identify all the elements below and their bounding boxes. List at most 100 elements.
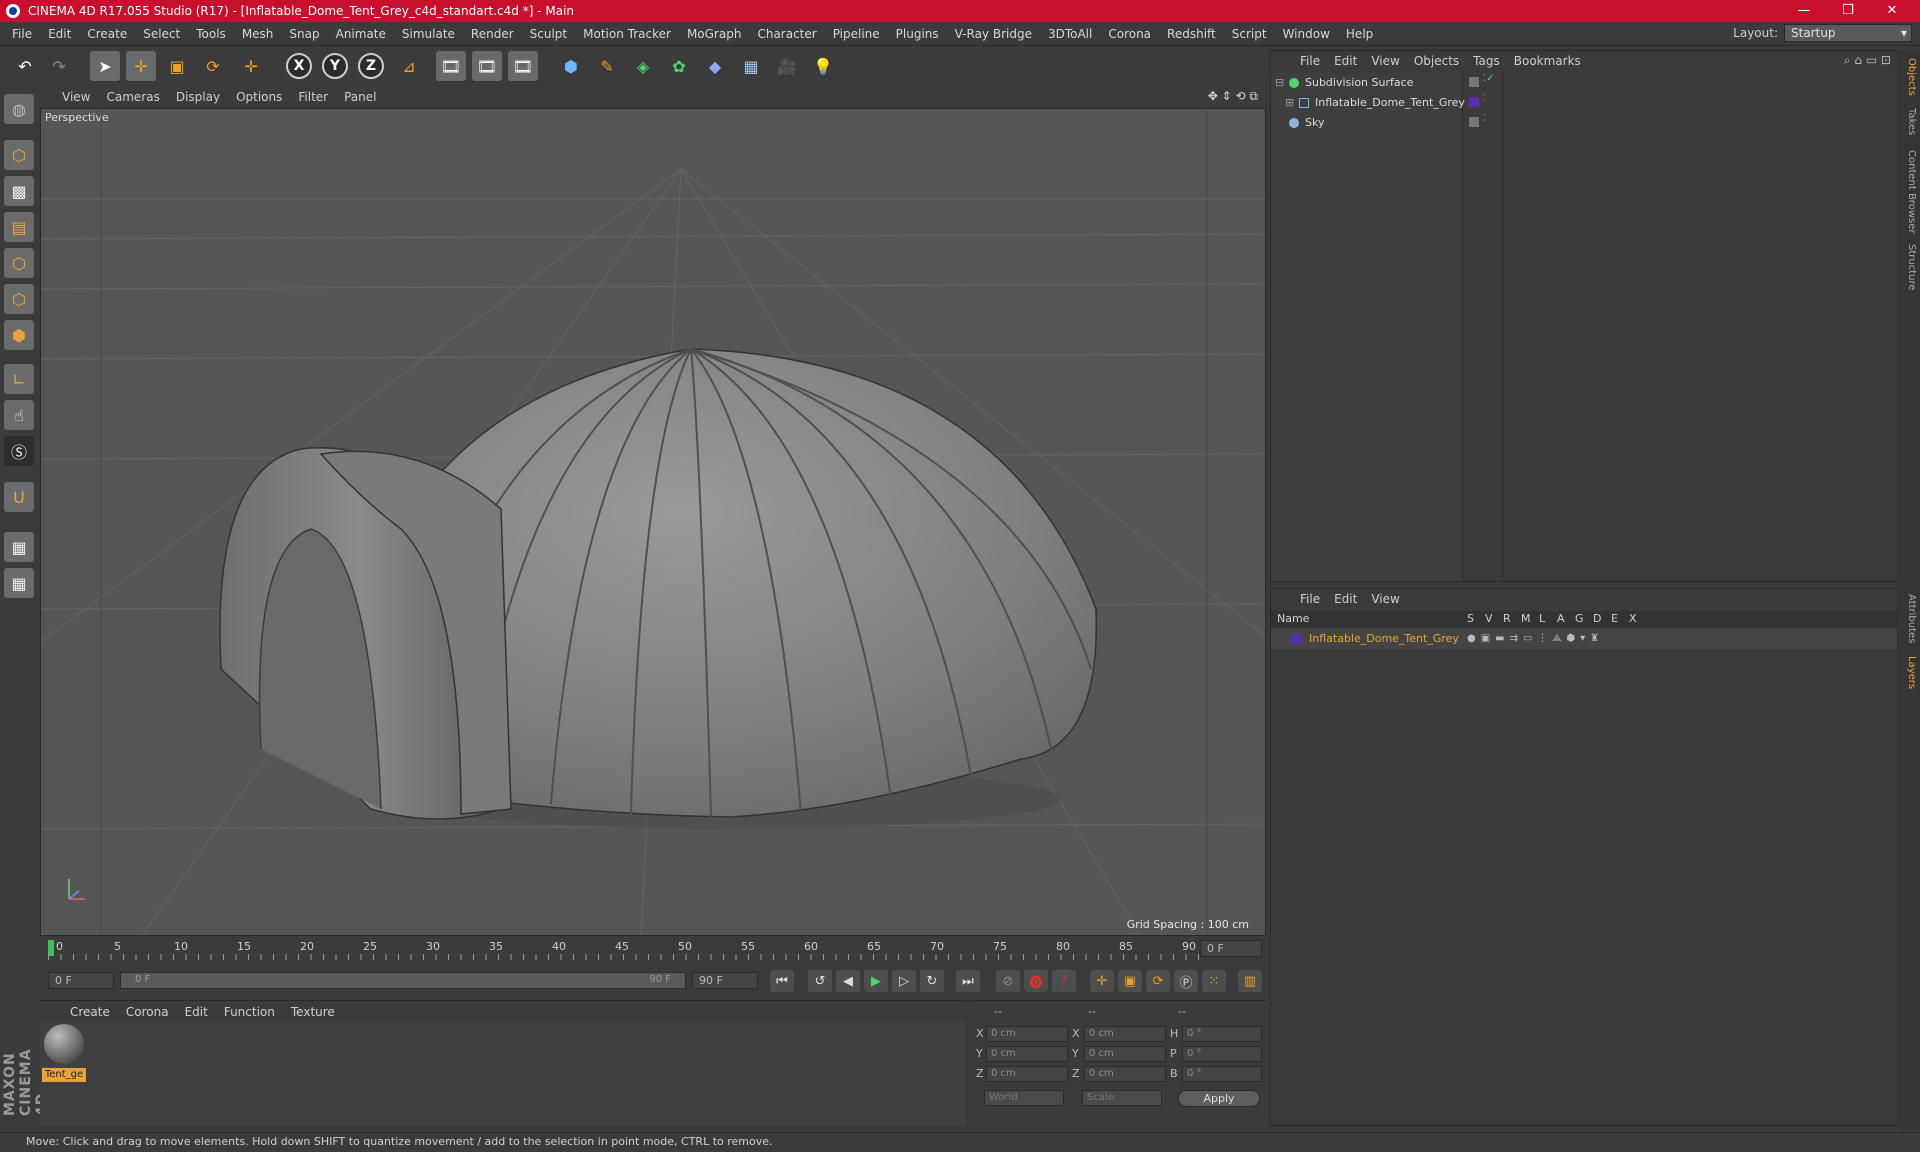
workplane-mode-icon[interactable]: ▤: [4, 212, 34, 242]
tab-takes[interactable]: Takes: [1901, 108, 1917, 135]
model-mode-icon[interactable]: ⬡: [4, 140, 34, 170]
start-frame-field[interactable]: 0 F: [48, 972, 114, 989]
render-settings-icon[interactable]: 🎞: [508, 51, 538, 81]
pen-spline-icon[interactable]: ✎: [592, 51, 622, 81]
size-z-field[interactable]: 0 cm: [1084, 1066, 1166, 1082]
pos-x-field[interactable]: 0 cm: [986, 1026, 1068, 1042]
material-menu-texture[interactable]: Texture: [283, 1005, 343, 1019]
array-mograph-icon[interactable]: ✿: [664, 51, 694, 81]
minimize-button[interactable]: —: [1782, 0, 1826, 22]
viewport-menu-filter[interactable]: Filter: [290, 90, 336, 104]
render-picture-viewer-icon[interactable]: 🎞: [472, 51, 502, 81]
3d-viewport[interactable]: Perspective Grid Spacing: 100 cm: [40, 108, 1266, 936]
material-menu-create[interactable]: Create: [62, 1005, 118, 1019]
layer-swatch-icon[interactable]: [1469, 97, 1479, 107]
rotate-icon[interactable]: ⟳: [198, 51, 228, 81]
autokey-icon[interactable]: ⓿: [1024, 970, 1048, 992]
live-selection-icon[interactable]: ✛: [236, 51, 266, 81]
next-frame-icon[interactable]: ▷: [892, 970, 916, 992]
timeline-ruler[interactable]: 0 5 10 15 20 25 30 35 40 45 50 55 60 65 …: [40, 936, 1266, 962]
menu-vray-bridge[interactable]: V-Ray Bridge: [947, 27, 1040, 41]
key-rotation-icon[interactable]: ⟳: [1146, 970, 1170, 992]
layer-row[interactable]: Inflatable_Dome_Tent_Grey ●▣▬⇉▭⋮⟁⬢▾♜: [1271, 629, 1897, 649]
viewport-menu-cameras[interactable]: Cameras: [98, 90, 167, 104]
tab-attributes[interactable]: Attributes: [1901, 594, 1917, 643]
menu-mesh[interactable]: Mesh: [234, 27, 282, 41]
visibility-dots-icon[interactable]: ⁚: [1483, 113, 1486, 124]
menu-select[interactable]: Select: [135, 27, 188, 41]
tab-objects[interactable]: Objects: [1901, 58, 1917, 96]
size-y-field[interactable]: 0 cm: [1084, 1046, 1166, 1062]
snap-icon[interactable]: Ⓢ: [4, 436, 34, 466]
make-editable-icon[interactable]: ◍: [4, 94, 34, 124]
axis-y-toggle[interactable]: Y: [322, 53, 348, 79]
menu-character[interactable]: Character: [749, 27, 824, 41]
pos-y-field[interactable]: 0 cm: [986, 1046, 1068, 1062]
menu-create[interactable]: Create: [79, 27, 135, 41]
timeline-window-icon[interactable]: ▥: [1238, 970, 1262, 992]
obj-menu-file[interactable]: File: [1293, 54, 1327, 68]
record-keys-icon[interactable]: ⊘: [996, 970, 1020, 992]
menu-render[interactable]: Render: [463, 27, 522, 41]
layer-toggle-icons[interactable]: ●▣▬⇉▭⋮⟁⬢▾♜: [1467, 629, 1604, 649]
object-row[interactable]: ⊟ Subdivision Surface: [1271, 73, 1462, 93]
menu-help[interactable]: Help: [1338, 27, 1381, 41]
layer-menu-edit[interactable]: Edit: [1327, 592, 1364, 606]
visibility-dots-icon[interactable]: ⁚: [1483, 93, 1486, 104]
light-icon[interactable]: 💡: [808, 51, 838, 81]
render-view-icon[interactable]: 🎞: [436, 51, 466, 81]
layer-color-swatch[interactable]: [1291, 634, 1301, 644]
locked-workplane-icon[interactable]: ▦: [4, 568, 34, 598]
deformer-icon[interactable]: ◆: [700, 51, 730, 81]
rot-h-field[interactable]: 0 °: [1182, 1026, 1262, 1042]
next-keyframe-icon[interactable]: ↻: [920, 970, 944, 992]
menu-simulate[interactable]: Simulate: [394, 27, 463, 41]
pos-z-field[interactable]: 0 cm: [986, 1066, 1068, 1082]
viewport-menu-options[interactable]: Options: [228, 90, 290, 104]
menu-tools[interactable]: Tools: [188, 27, 234, 41]
undo-icon[interactable]: ↶: [10, 51, 40, 81]
previous-frame-icon[interactable]: ◀: [836, 970, 860, 992]
axis-mode-icon[interactable]: ∟: [4, 364, 34, 394]
coordinate-system-icon[interactable]: ⊿: [394, 51, 424, 81]
go-to-start-icon[interactable]: ⏮: [770, 970, 794, 992]
end-frame-field[interactable]: 90 F: [692, 972, 758, 989]
size-mode-dropdown[interactable]: Scale: [1082, 1090, 1162, 1106]
rot-p-field[interactable]: 0 °: [1182, 1046, 1262, 1062]
menu-sculpt[interactable]: Sculpt: [522, 27, 575, 41]
tweak-mode-icon[interactable]: ☝: [4, 400, 34, 430]
apply-button[interactable]: Apply: [1178, 1090, 1260, 1107]
go-to-end-icon[interactable]: ⏭: [956, 970, 980, 992]
rot-b-field[interactable]: 0 °: [1182, 1066, 1262, 1082]
obj-menu-bookmarks[interactable]: Bookmarks: [1507, 54, 1588, 68]
material-menu-edit[interactable]: Edit: [177, 1005, 216, 1019]
menu-motion-tracker[interactable]: Motion Tracker: [575, 27, 679, 41]
key-position-icon[interactable]: ✛: [1090, 970, 1114, 992]
object-row[interactable]: ⊞ Inflatable_Dome_Tent_Grey: [1271, 93, 1465, 113]
keyframe-selection-icon[interactable]: ?: [1052, 970, 1076, 992]
material-item[interactable]: Tent_ge: [42, 1024, 86, 1082]
magnet-icon[interactable]: U: [4, 482, 34, 512]
move-icon[interactable]: ✛: [126, 51, 156, 81]
polygons-mode-icon[interactable]: ⬢: [4, 320, 34, 350]
edges-mode-icon[interactable]: ⬡: [4, 284, 34, 314]
floor-icon[interactable]: ▦: [736, 51, 766, 81]
key-pla-icon[interactable]: ⁙: [1202, 970, 1226, 992]
viewport-nav-icons[interactable]: ✥ ⇕ ⟲ ⧉: [1208, 89, 1258, 104]
tab-structure[interactable]: Structure: [1901, 244, 1917, 291]
material-menu-function[interactable]: Function: [216, 1005, 283, 1019]
menu-window[interactable]: Window: [1275, 27, 1338, 41]
points-mode-icon[interactable]: ⬡: [4, 248, 34, 278]
close-button[interactable]: ✕: [1870, 0, 1914, 22]
size-x-field[interactable]: 0 cm: [1084, 1026, 1166, 1042]
layer-menu-file[interactable]: File: [1293, 592, 1327, 606]
menu-edit[interactable]: Edit: [40, 27, 79, 41]
scale-icon[interactable]: ▣: [162, 51, 192, 81]
play-icon[interactable]: ▶: [864, 970, 888, 992]
layout-dropdown[interactable]: Startup: [1784, 24, 1912, 42]
workplane-lock-icon[interactable]: ▦: [4, 532, 34, 562]
obj-menu-edit[interactable]: Edit: [1327, 54, 1364, 68]
subdivision-surface-icon[interactable]: ◈: [628, 51, 658, 81]
obj-menu-tags[interactable]: Tags: [1466, 54, 1507, 68]
viewport-menu-panel[interactable]: Panel: [336, 90, 384, 104]
